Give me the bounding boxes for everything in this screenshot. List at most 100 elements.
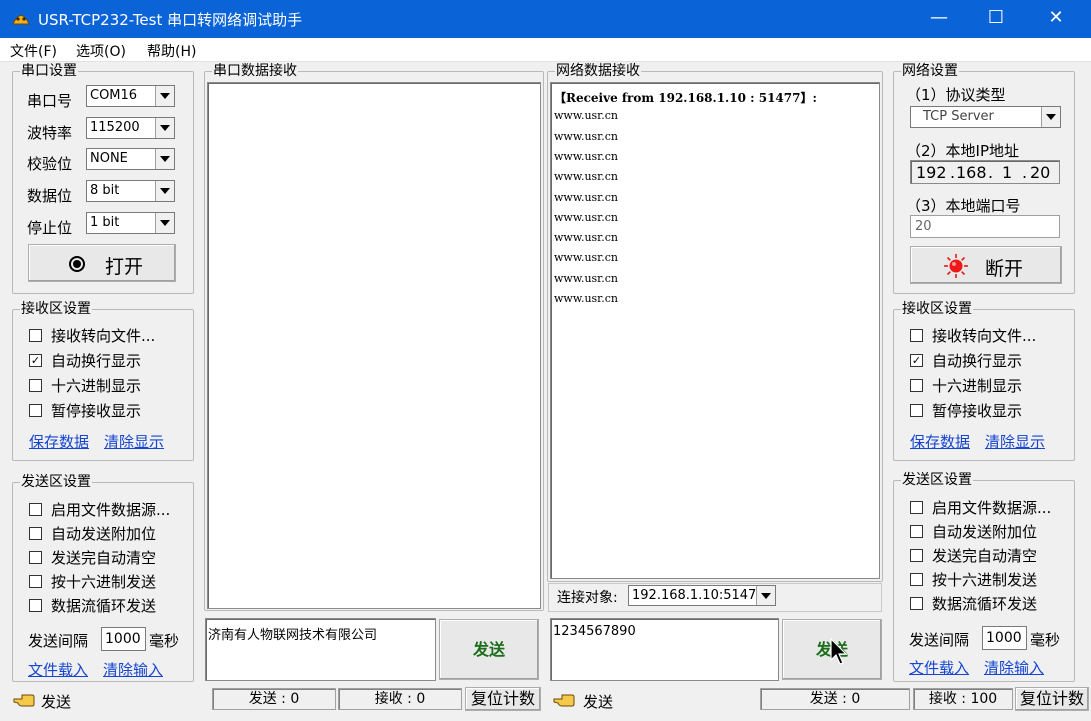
checkbox-checked[interactable]: ✓: [910, 354, 923, 367]
checkbox-row[interactable]: 暂停接收显示: [910, 401, 1080, 423]
receive-data-line: www.usr.cn: [554, 292, 618, 305]
window-title: USR-TCP232-Test 串口转网络调试助手: [38, 11, 303, 29]
connection-value: 192.168.1.10:51477: [632, 588, 765, 603]
open-port-button[interactable]: 打开: [28, 244, 176, 282]
chevron-down-icon[interactable]: [1041, 107, 1060, 127]
checkbox-unchecked[interactable]: [910, 501, 923, 514]
right-save-data-link[interactable]: 保存数据: [910, 431, 970, 452]
ip-octet-3[interactable]: 1: [1002, 163, 1012, 182]
checkbox-row[interactable]: 发送完自动清空: [910, 546, 1080, 568]
checkbox-unchecked[interactable]: [910, 329, 923, 342]
ip-octet-1[interactable]: 192: [916, 163, 947, 182]
network-send-input[interactable]: 1234567890: [550, 618, 779, 681]
receive-data-line: www.usr.cn: [554, 231, 618, 245]
checkbox-unchecked[interactable]: [29, 379, 42, 392]
ip-dot: .: [950, 163, 956, 182]
checkbox-label: 自动发送附加位: [51, 525, 157, 543]
checkbox-unchecked[interactable]: [910, 404, 923, 417]
left-save-data-link[interactable]: 保存数据: [29, 431, 89, 452]
checkbox-row[interactable]: 十六进制显示: [29, 376, 199, 398]
checkbox-unchecked[interactable]: [29, 575, 42, 588]
chevron-down-icon[interactable]: [155, 213, 174, 233]
checkbox-row[interactable]: 数据流循环发送: [910, 594, 1080, 616]
right-clear-input-link[interactable]: 清除输入: [984, 657, 1044, 678]
checkbox-unchecked[interactable]: [910, 573, 923, 586]
checkbox-label: 数据流循环发送: [51, 597, 157, 615]
checkbox-checked[interactable]: ✓: [29, 354, 42, 367]
left-interval-input[interactable]: [101, 627, 146, 651]
checkbox-row[interactable]: 接收转向文件...: [910, 326, 1080, 348]
serial-receive-area[interactable]: [207, 82, 541, 609]
parity-select[interactable]: NONE: [86, 148, 175, 170]
left-clear-input-link[interactable]: 清除输入: [103, 659, 163, 680]
receive-data-line: www.usr.cn: [554, 170, 618, 184]
minimize-button[interactable]: —: [911, 0, 967, 38]
menu-bar: 文件(F) 选项(O) 帮助(H): [0, 38, 1091, 62]
ip-octet-2[interactable]: 168: [956, 163, 987, 182]
checkbox-row[interactable]: 自动发送附加位: [29, 524, 199, 546]
maximize-button[interactable]: ☐: [968, 0, 1024, 38]
local-port-input[interactable]: [910, 215, 1060, 238]
checkbox-unchecked[interactable]: [910, 525, 923, 538]
net-reset-count-button[interactable]: 复位计数: [1015, 687, 1089, 711]
checkbox-unchecked[interactable]: [29, 551, 42, 564]
chevron-down-icon[interactable]: [756, 586, 775, 605]
chevron-down-icon[interactable]: [155, 181, 174, 201]
checkbox-label: 接收转向文件...: [932, 327, 1037, 345]
checkbox-row[interactable]: ✓ 自动换行显示: [29, 351, 199, 373]
receive-data-line: www.usr.cn: [554, 190, 618, 204]
mouse-cursor-icon: [830, 638, 848, 665]
checkbox-unchecked[interactable]: [29, 404, 42, 417]
connection-select[interactable]: 192.168.1.10:51477: [628, 585, 776, 606]
checkbox-unchecked[interactable]: [29, 329, 42, 342]
stopbits-select[interactable]: 1 bit: [86, 212, 175, 234]
checkbox-row[interactable]: 十六进制显示: [910, 376, 1080, 398]
checkbox-row[interactable]: 启用文件数据源...: [29, 500, 199, 522]
checkbox-row[interactable]: ✓ 自动换行显示: [910, 351, 1080, 373]
chevron-down-icon[interactable]: [155, 118, 174, 138]
checkbox-unchecked[interactable]: [910, 379, 923, 392]
checkbox-row[interactable]: 接收转向文件...: [29, 326, 199, 348]
databits-select[interactable]: 8 bit: [86, 180, 175, 202]
checkbox-row[interactable]: 启用文件数据源...: [910, 498, 1080, 520]
local-port-label: （3）本地端口号: [906, 197, 1021, 215]
checkbox-row[interactable]: 数据流循环发送: [29, 596, 199, 618]
checkbox-row[interactable]: 按十六进制发送: [29, 572, 199, 594]
right-interval-input[interactable]: [982, 626, 1027, 650]
checkbox-unchecked[interactable]: [910, 549, 923, 562]
checkbox-unchecked[interactable]: [910, 597, 923, 610]
checkbox-row[interactable]: 暂停接收显示: [29, 401, 199, 423]
menu-file[interactable]: 文件(F): [10, 41, 57, 61]
checkbox-row[interactable]: 自动发送附加位: [910, 522, 1080, 544]
receive-data-line: www.usr.cn: [554, 271, 618, 285]
chevron-down-icon[interactable]: [155, 86, 174, 106]
right-clear-display-link[interactable]: 清除显示: [985, 431, 1045, 452]
baud-select[interactable]: 115200: [86, 117, 175, 139]
protocol-select[interactable]: TCP Server: [910, 106, 1061, 128]
checkbox-unchecked[interactable]: [29, 503, 42, 516]
serial-send-input[interactable]: 济南有人物联网技术有限公司: [205, 618, 436, 681]
title-bar[interactable]: USR-TCP232-Test 串口转网络调试助手 — ☐ ✕: [0, 0, 1091, 38]
ip-octet-4[interactable]: 20: [1030, 163, 1050, 182]
checkbox-label: 启用文件数据源...: [932, 499, 1052, 517]
serial-send-button[interactable]: 发送: [439, 619, 539, 680]
network-receive-area[interactable]: 【Receive from 192.168.1.10 : 51477】: www.…: [550, 82, 880, 579]
port-select[interactable]: COM16: [86, 85, 175, 107]
chevron-down-icon[interactable]: [155, 149, 174, 169]
checkbox-row[interactable]: 发送完自动清空: [29, 548, 199, 570]
disconnect-button[interactable]: 断开: [910, 246, 1062, 284]
checkbox-unchecked[interactable]: [29, 599, 42, 612]
network-settings-title: 网络设置: [901, 63, 959, 79]
left-clear-display-link[interactable]: 清除显示: [104, 431, 164, 452]
left-file-load-link[interactable]: 文件载入: [28, 659, 88, 680]
checkbox-unchecked[interactable]: [29, 527, 42, 540]
serial-reset-count-button[interactable]: 复位计数: [465, 687, 541, 711]
menu-options[interactable]: 选项(O): [76, 41, 126, 61]
checkbox-row[interactable]: 按十六进制发送: [910, 570, 1080, 592]
right-file-load-link[interactable]: 文件载入: [909, 657, 969, 678]
right-receive-settings-title: 接收区设置: [901, 301, 973, 317]
close-button[interactable]: ✕: [1028, 0, 1084, 38]
right-interval-label: 发送间隔: [909, 631, 970, 649]
ip-address-field[interactable]: 192 . 168 . 1 . 20: [910, 160, 1060, 184]
menu-help[interactable]: 帮助(H): [147, 41, 196, 61]
